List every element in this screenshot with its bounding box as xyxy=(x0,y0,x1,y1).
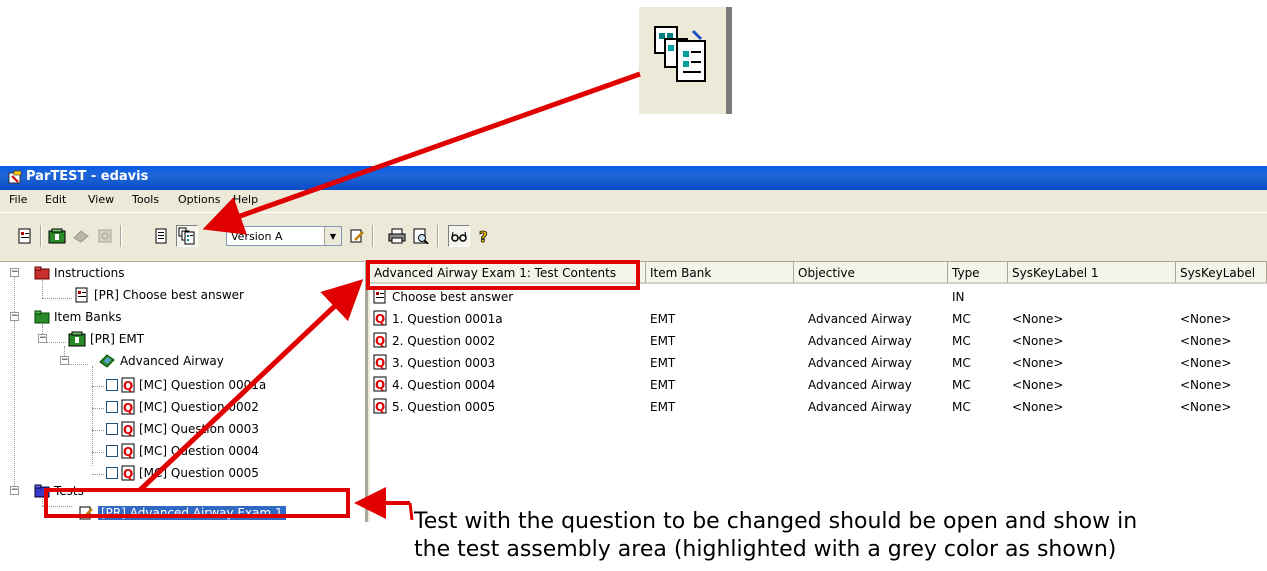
annotation-arrows xyxy=(138,71,641,521)
annotation-text: Test with the question to be changed sho… xyxy=(414,508,1264,564)
arrow-to-header-box xyxy=(138,279,364,492)
arrow-to-toolbar-button xyxy=(202,71,641,235)
arrow-tail-line xyxy=(408,502,414,521)
annotation-line-2: the test assembly area (highlighted with… xyxy=(414,537,1117,562)
annotation-line-1: Test with the question to be changed sho… xyxy=(414,509,1138,534)
